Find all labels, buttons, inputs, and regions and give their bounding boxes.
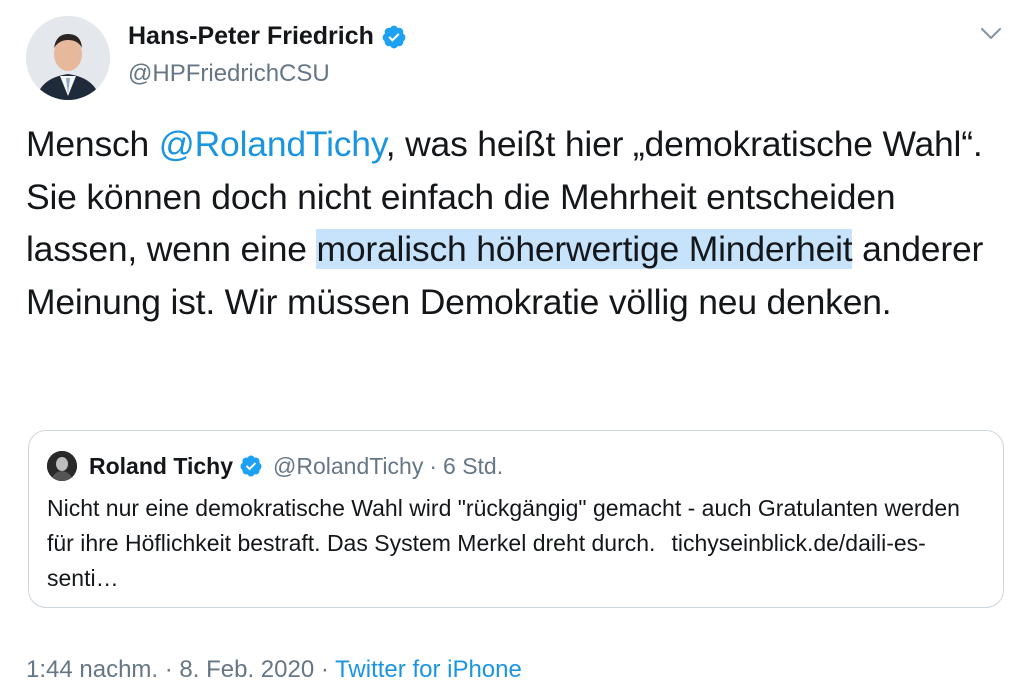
quoted-timestamp[interactable]: 6 Std.: [443, 453, 503, 480]
tweet-text: Mensch @RolandTichy, was heißt hier „dem…: [26, 118, 1011, 328]
quoted-tweet-text: Nicht nur eine demokratische Wahl wird "…: [47, 491, 987, 596]
quoted-author-name[interactable]: Roland Tichy: [89, 453, 233, 480]
tweet-source-link[interactable]: Twitter for iPhone: [335, 656, 522, 683]
quoted-tweet[interactable]: Roland Tichy @RolandTichy · 6 Std. Nicht…: [28, 430, 1004, 608]
meta-separator: ·: [158, 656, 180, 683]
chevron-down-icon[interactable]: [978, 24, 1004, 44]
tweet-date[interactable]: 8. Feb. 2020: [179, 656, 314, 683]
highlighted-text: moralisch höherwertige Minderheit: [316, 229, 853, 269]
quoted-author-handle[interactable]: @RolandTichy: [273, 453, 423, 480]
tweet-text-part: Mensch: [26, 124, 159, 164]
author-avatar[interactable]: [26, 16, 110, 100]
tweet-meta: 1:44 nachm. · 8. Feb. 2020 · Twitter for…: [26, 656, 522, 684]
verified-badge-icon: [382, 25, 406, 48]
verified-badge-icon: [240, 455, 262, 477]
meta-separator: ·: [314, 656, 336, 683]
tweet-time[interactable]: 1:44 nachm.: [26, 656, 158, 683]
mention-link[interactable]: @RolandTichy: [159, 124, 386, 164]
author-name[interactable]: Hans-Peter Friedrich: [128, 22, 374, 51]
author-handle[interactable]: @HPFriedrichCSU: [128, 60, 330, 88]
separator-dot: ·: [429, 452, 438, 479]
quoted-avatar[interactable]: [47, 451, 77, 481]
